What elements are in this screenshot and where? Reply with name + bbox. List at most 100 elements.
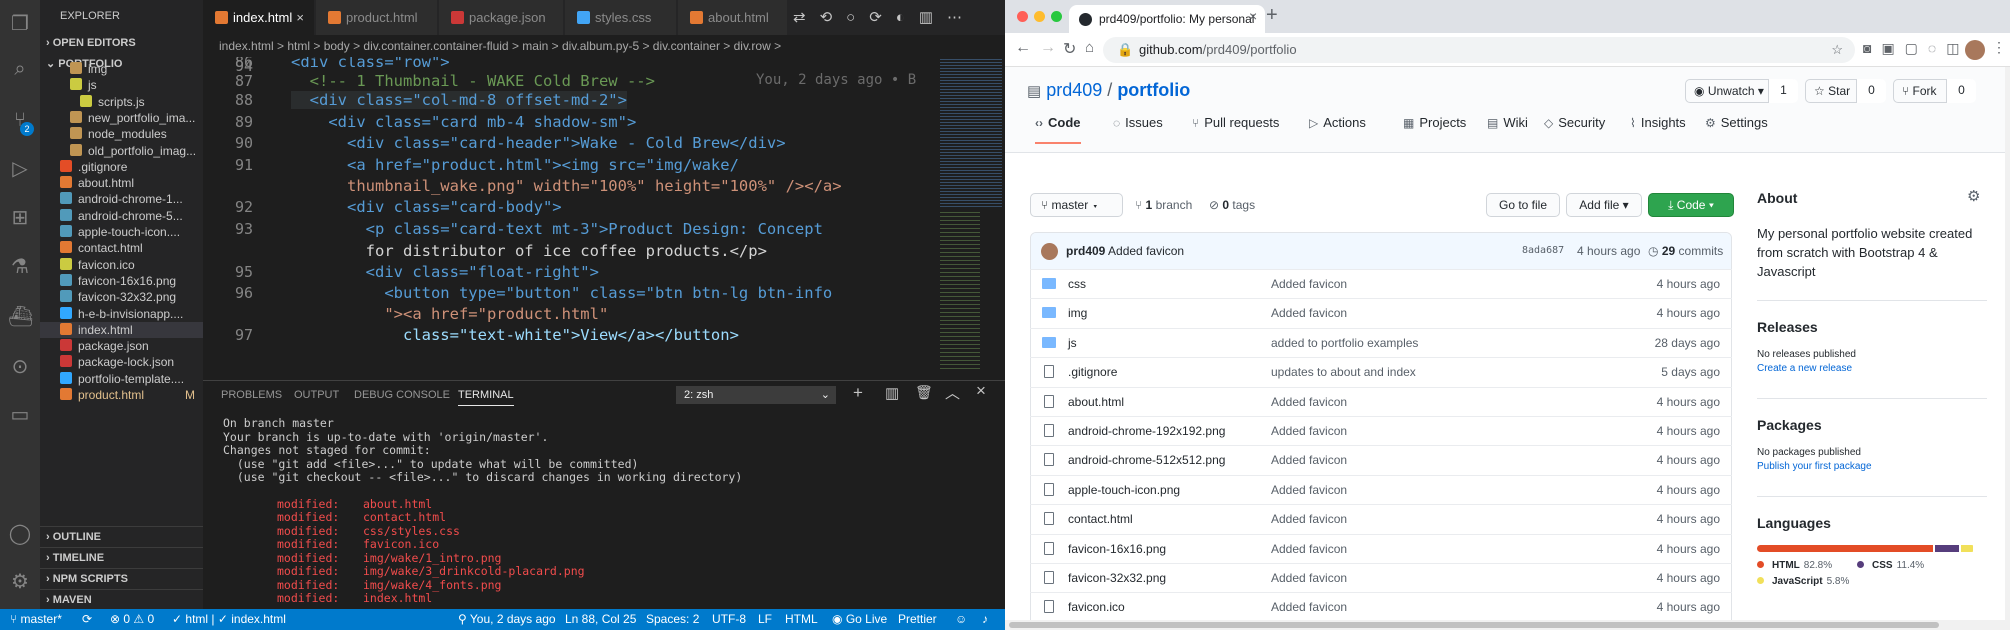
- feedback-icon[interactable]: ☺: [955, 609, 967, 630]
- code-download-button[interactable]: ⤓ Code ▾: [1648, 193, 1734, 217]
- commit-message-link[interactable]: Added favicon: [1271, 299, 1347, 328]
- table-row[interactable]: .gitignore updates to about and index 5 da…: [1030, 357, 1732, 386]
- language-mode[interactable]: HTML: [785, 609, 818, 630]
- table-row[interactable]: contact.html Added favicon 4 hours ago: [1030, 504, 1732, 533]
- back-icon[interactable]: ←: [1015, 39, 1031, 57]
- tab-pull-requests[interactable]: ⑂ Pull requests: [1192, 115, 1279, 130]
- panel-tab-terminal[interactable]: TERMINAL: [458, 389, 514, 406]
- star-button[interactable]: ☆ Star 0: [1805, 79, 1886, 103]
- table-row[interactable]: img Added favicon 4 hours ago: [1030, 298, 1732, 327]
- file-link[interactable]: js: [1068, 329, 1077, 358]
- list-item[interactable]: h-e-b-invisionapp....: [40, 306, 203, 322]
- tab-product-html[interactable]: product.html: [316, 0, 438, 35]
- tab-issues[interactable]: ◌ Issues: [1113, 115, 1163, 130]
- table-row[interactable]: favicon.ico Added favicon 4 hours ago: [1030, 592, 1732, 621]
- chrome-menu-icon[interactable]: ⋮: [1992, 39, 2006, 56]
- language-item[interactable]: HTML 82.8%: [1757, 560, 1832, 571]
- tab-index-html[interactable]: index.html ×: [203, 0, 315, 35]
- page-scrollbar[interactable]: [2005, 67, 2010, 630]
- split-terminal-icon[interactable]: ▥: [885, 384, 899, 402]
- table-row[interactable]: android-chrome-512x512.png Added favicon 4…: [1030, 445, 1732, 474]
- repo-name-link[interactable]: portfolio: [1117, 80, 1190, 100]
- close-tab-icon[interactable]: ×: [1249, 8, 1257, 24]
- account-icon[interactable]: ◯: [8, 522, 32, 546]
- list-item[interactable]: img: [40, 61, 203, 77]
- maximize-panel-icon[interactable]: ︿: [945, 382, 960, 403]
- cursor-position[interactable]: Ln 88, Col 25: [565, 609, 636, 630]
- encoding-status[interactable]: UTF-8: [712, 609, 746, 630]
- list-item[interactable]: package-lock.json: [40, 354, 203, 370]
- trash-icon[interactable]: 🗑: [915, 384, 933, 401]
- panel-tab-debug-console[interactable]: DEBUG CONSOLE: [354, 389, 450, 401]
- settings-gear-icon[interactable]: ⚙: [8, 570, 32, 594]
- window-close-button[interactable]: [1017, 11, 1028, 22]
- tab-insights[interactable]: ⌇ Insights: [1630, 115, 1686, 130]
- branch-select[interactable]: ⑂ master ▾: [1030, 193, 1123, 217]
- tab-settings[interactable]: ⚙ Settings: [1705, 115, 1768, 130]
- terminal-select[interactable]: 2: zsh ⌄: [676, 386, 836, 404]
- file-link[interactable]: img: [1068, 299, 1087, 328]
- indentation-status[interactable]: Spaces: 2: [646, 609, 699, 630]
- table-row[interactable]: about.html Added favicon 4 hours ago: [1030, 386, 1732, 417]
- extensions-icon[interactable]: ⊞: [8, 206, 32, 230]
- latest-commit[interactable]: prd409 Added favicon: [1066, 244, 1184, 258]
- reload-icon[interactable]: ↻: [1063, 39, 1076, 59]
- file-link[interactable]: favicon.ico: [1068, 593, 1125, 622]
- tab-styles-css[interactable]: styles.css: [565, 0, 677, 35]
- list-item[interactable]: favicon.ico: [40, 257, 203, 273]
- minimap[interactable]: [938, 57, 1005, 380]
- language-item[interactable]: CSS 11.4%: [1857, 560, 1924, 571]
- close-panel-icon[interactable]: ×: [976, 381, 986, 401]
- list-item[interactable]: old_portfolio_imag...: [40, 143, 203, 159]
- terminal-output[interactable]: On branch master Your branch is up-to-dat…: [223, 416, 742, 606]
- commit-message-link[interactable]: Added favicon: [1271, 535, 1347, 564]
- prettier-status[interactable]: Prettier: [898, 609, 937, 630]
- docker-icon[interactable]: ⛴: [8, 305, 33, 329]
- commits-link[interactable]: ◷ 29 commits: [1648, 244, 1723, 258]
- file-link[interactable]: css: [1068, 270, 1086, 299]
- explorer-icon[interactable]: ❐: [8, 12, 32, 36]
- add-file-button[interactable]: Add file ▾: [1566, 193, 1642, 217]
- tab-actions[interactable]: ▷ Actions: [1309, 115, 1366, 130]
- commit-message-link[interactable]: Added favicon: [1271, 270, 1347, 299]
- list-item[interactable]: package.json: [40, 338, 203, 354]
- list-item[interactable]: node_modules: [40, 126, 203, 142]
- language-item[interactable]: JavaScript 5.8%: [1757, 576, 1849, 587]
- panel-tab-problems[interactable]: PROBLEMS: [221, 389, 282, 401]
- list-item[interactable]: android-chrome-5...: [40, 208, 203, 224]
- table-row[interactable]: favicon-16x16.png Added favicon 4 hours ag…: [1030, 533, 1732, 564]
- profile-avatar[interactable]: [1965, 40, 1985, 60]
- problems-status[interactable]: ⊗ 0 ⚠ 0: [110, 609, 154, 630]
- tab-about-html[interactable]: about.html: [678, 0, 788, 35]
- unwatch-button[interactable]: ◉ Unwatch ▾ 1: [1685, 79, 1798, 103]
- new-tab-button[interactable]: +: [1266, 4, 1278, 27]
- table-row[interactable]: android-chrome-192x192.png Added favicon 4…: [1030, 416, 1732, 445]
- file-link[interactable]: .gitignore: [1068, 358, 1117, 387]
- commit-message-link[interactable]: Added favicon: [1271, 446, 1347, 475]
- window-maximize-button[interactable]: [1051, 11, 1062, 22]
- close-icon[interactable]: ×: [296, 0, 304, 35]
- branch-status[interactable]: ⑂ master*: [10, 609, 62, 630]
- list-item[interactable]: js: [40, 77, 203, 93]
- file-link[interactable]: android-chrome-512x512.png: [1068, 446, 1225, 475]
- editor-actions[interactable]: ⇄⟲○⟳◐▥⋯: [793, 0, 1005, 35]
- forward-icon[interactable]: →: [1040, 39, 1056, 57]
- list-item[interactable]: about.html: [40, 175, 203, 191]
- table-row[interactable]: apple-touch-icon.png Added favicon 4 hours…: [1030, 474, 1732, 505]
- file-link[interactable]: about.html: [1068, 388, 1124, 417]
- table-row[interactable]: favicon-32x32.png Added favicon 4 hours ag…: [1030, 563, 1732, 592]
- remote-explorer-icon[interactable]: ⊙: [8, 355, 32, 379]
- eol-status[interactable]: LF: [758, 609, 772, 630]
- outline-section[interactable]: › OUTLINE: [40, 526, 203, 546]
- scrollbar-thumb[interactable]: [1009, 622, 1939, 628]
- bell-icon[interactable]: ♪: [982, 609, 988, 630]
- tab-code[interactable]: ‹› Code: [1035, 115, 1081, 144]
- list-item[interactable]: product.html M: [40, 387, 203, 403]
- tab-security[interactable]: ◇ Security: [1544, 115, 1605, 130]
- file-link[interactable]: android-chrome-192x192.png: [1068, 417, 1225, 446]
- list-item[interactable]: new_portfolio_ima...: [40, 110, 203, 126]
- address-bar[interactable]: 🔒 github.com/prd409/portfolio ☆: [1103, 37, 1855, 63]
- commit-message-link[interactable]: Added favicon: [1271, 476, 1347, 505]
- language-breadcrumb[interactable]: ✓ html | ✓ index.html: [172, 609, 286, 630]
- go-live-button[interactable]: ◉ Go Live: [832, 609, 887, 630]
